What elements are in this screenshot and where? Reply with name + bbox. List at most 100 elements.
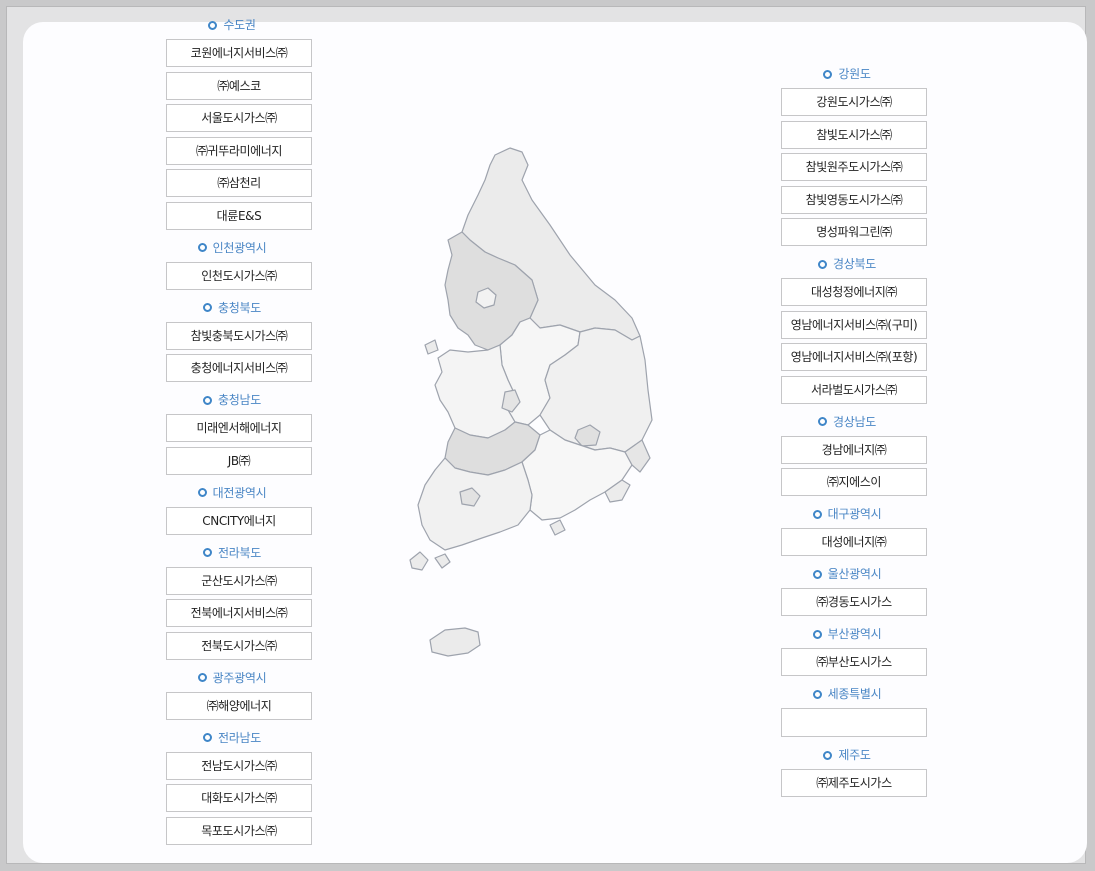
region-group: 제주도 ㈜제주도시가스 <box>781 746 927 797</box>
ring-bullet-icon <box>197 673 207 682</box>
korea-map <box>409 147 653 657</box>
company-button[interactable]: 서울도시가스㈜ <box>166 104 312 132</box>
region-heading: 전라남도 <box>166 729 312 747</box>
company-button[interactable]: 참빛영동도시가스㈜ <box>781 185 927 214</box>
region-heading: 세종특별시 <box>781 685 927 703</box>
company-button[interactable]: 미래엔서해에너지 <box>166 414 312 442</box>
region-heading: 경상남도 <box>781 413 927 431</box>
company-button[interactable]: 경남에너지㈜ <box>781 435 927 464</box>
company-button[interactable]: 참빛원주도시가스㈜ <box>781 153 927 181</box>
company-button[interactable] <box>781 708 927 737</box>
ring-bullet-icon <box>197 488 207 497</box>
region-group: 충청남도미래엔서해에너지 JB㈜ <box>166 391 312 475</box>
region-group: 수도권코원에너지서비스㈜ ㈜예스코서울도시가스㈜ ㈜귀뚜라미에너지 ㈜삼천리대륜E&S <box>166 16 312 230</box>
ring-bullet-icon <box>812 689 822 699</box>
ring-bullet-icon <box>823 69 833 79</box>
company-button[interactable]: ㈜삼천리 <box>166 169 312 197</box>
region-group: 부산광역시 ㈜부산도시가스 <box>781 625 927 676</box>
company-button[interactable]: 대화도시가스㈜ <box>166 784 312 812</box>
ring-bullet-icon <box>812 629 822 639</box>
company-button[interactable]: 영남에너지서비스㈜(포항) <box>781 343 927 371</box>
region-heading: 충청북도 <box>166 299 312 317</box>
company-button[interactable]: 목포도시가스㈜ <box>166 816 312 845</box>
map-region-jeju[interactable] <box>429 627 481 657</box>
ring-bullet-icon <box>818 259 828 269</box>
company-button[interactable]: 참빛충북도시가스㈜ <box>166 321 312 350</box>
region-group: 전라북도군산도시가스㈜ 전북에너지서비스㈜ 전북도시가스㈜ <box>166 544 312 660</box>
company-button[interactable]: 강원도시가스㈜ <box>781 88 927 116</box>
company-button[interactable]: 군산도시가스㈜ <box>166 566 312 595</box>
region-name: 강원도 <box>838 67 871 81</box>
region-name: 경상남도 <box>833 414 876 429</box>
map-region-island <box>424 339 439 355</box>
region-group: 강원도강원도시가스㈜ 참빛도시가스㈜ 참빛원주도시가스㈜ 참빛영동도시가스㈜ 명성파워그… <box>781 65 927 246</box>
ring-bullet-icon <box>823 750 833 760</box>
region-group: 대구광역시대성에너지㈜ <box>781 505 927 556</box>
region-group: 대전광역시 CNCITY에너지 <box>166 484 312 535</box>
company-button[interactable]: 대성청정에너지㈜ <box>781 278 927 306</box>
ring-bullet-icon <box>203 303 213 312</box>
company-button[interactable]: 전남도시가스㈜ <box>166 751 312 780</box>
region-heading: 전라북도 <box>166 544 312 562</box>
region-heading: 인천광역시 <box>166 239 312 257</box>
region-heading: 강원도 <box>781 65 927 83</box>
map-region-island <box>434 553 451 569</box>
map-region-island <box>549 519 566 536</box>
company-button[interactable]: ㈜경동도시가스 <box>781 588 927 616</box>
company-button[interactable]: ㈜귀뚜라미에너지 <box>166 136 312 165</box>
company-button[interactable]: ㈜예스코 <box>166 71 312 100</box>
region-name: 대구광역시 <box>827 507 882 521</box>
company-button[interactable]: 충청에너지서비스㈜ <box>166 354 312 382</box>
company-button[interactable]: 인천도시가스㈜ <box>166 261 312 290</box>
ring-bullet-icon <box>197 243 207 252</box>
company-button[interactable]: ㈜해양에너지 <box>166 691 312 720</box>
company-button[interactable]: 전북도시가스㈜ <box>166 631 312 660</box>
company-button[interactable]: CNCITY에너지 <box>166 506 312 535</box>
company-button[interactable]: ㈜제주도시가스 <box>781 769 927 797</box>
region-group: 경상북도대성청정에너지㈜ 영남에너지서비스㈜(구미) 영남에너지서비스㈜(포항) 서라… <box>781 255 927 404</box>
region-name: 대전광역시 <box>212 485 267 500</box>
company-button[interactable]: 코원에너지서비스㈜ <box>166 39 312 67</box>
ring-bullet-icon <box>812 569 822 579</box>
company-button[interactable]: 서라벌도시가스㈜ <box>781 375 927 404</box>
company-button[interactable]: ㈜부산도시가스 <box>781 648 927 676</box>
company-button[interactable]: ㈜지에스이 <box>781 468 927 496</box>
region-name: 충청남도 <box>218 393 261 407</box>
region-name: 수도권 <box>223 18 256 32</box>
region-name: 충청북도 <box>218 300 261 315</box>
region-heading: 광주광역시 <box>166 669 312 687</box>
company-button[interactable]: 참빛도시가스㈜ <box>781 120 927 149</box>
region-heading: 수도권 <box>166 16 312 34</box>
region-group: 인천광역시인천도시가스㈜ <box>166 239 312 290</box>
left-region-list: 수도권코원에너지서비스㈜ ㈜예스코서울도시가스㈜ ㈜귀뚜라미에너지 ㈜삼천리대륜E&S… <box>166 16 312 849</box>
region-heading: 대구광역시 <box>781 505 927 523</box>
region-group: 울산광역시 ㈜경동도시가스 <box>781 565 927 616</box>
company-button[interactable]: JB㈜ <box>166 446 312 475</box>
map-region-island <box>409 551 429 571</box>
ring-bullet-icon <box>203 733 213 742</box>
company-button[interactable]: 영남에너지서비스㈜(구미) <box>781 310 927 339</box>
region-name: 경상북도 <box>833 257 876 271</box>
right-region-list: 강원도강원도시가스㈜ 참빛도시가스㈜ 참빛원주도시가스㈜ 참빛영동도시가스㈜ 명성파워그… <box>781 65 927 802</box>
region-heading: 충청남도 <box>166 391 312 409</box>
ring-bullet-icon <box>818 417 828 426</box>
company-button[interactable]: 대성에너지㈜ <box>781 528 927 556</box>
region-group: 광주광역시 ㈜해양에너지 <box>166 669 312 720</box>
region-name: 전라남도 <box>218 730 261 745</box>
region-name: 울산광역시 <box>827 567 882 581</box>
region-heading: 제주도 <box>781 746 927 764</box>
company-button[interactable]: 명성파워그린㈜ <box>781 218 927 246</box>
region-name: 광주광역시 <box>212 670 267 685</box>
ring-bullet-icon <box>203 395 213 405</box>
region-name: 전라북도 <box>218 545 261 560</box>
company-button[interactable]: 전북에너지서비스㈜ <box>166 599 312 627</box>
company-button[interactable]: 대륜E&S <box>166 201 312 230</box>
region-group: 세종특별시 <box>781 685 927 737</box>
region-heading: 대전광역시 <box>166 484 312 502</box>
region-name: 제주도 <box>838 748 871 762</box>
region-group: 경상남도경남에너지㈜ ㈜지에스이 <box>781 413 927 496</box>
region-heading: 경상북도 <box>781 255 927 273</box>
ring-bullet-icon <box>812 509 822 519</box>
ring-bullet-icon <box>208 20 218 30</box>
region-heading: 울산광역시 <box>781 565 927 583</box>
